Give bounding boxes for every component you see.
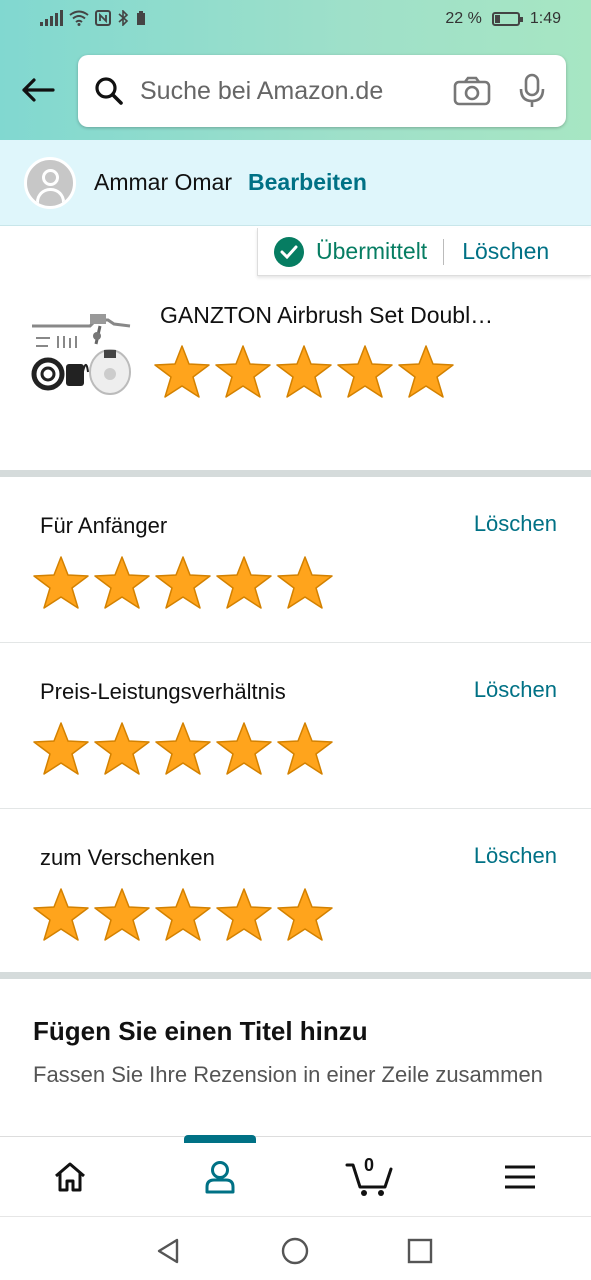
battery-icon (491, 12, 523, 26)
star-icon[interactable] (32, 887, 90, 943)
triangle-back-icon (157, 1238, 179, 1264)
camera-icon[interactable] (452, 71, 492, 111)
attribute-label: Für Anfänger (40, 513, 168, 538)
bluetooth-icon (118, 10, 129, 26)
divider (443, 238, 445, 265)
profile-strip: Ammar Omar Bearbeiten (0, 140, 591, 226)
overall-rating[interactable] (153, 344, 455, 400)
submission-status-bar: Übermittelt Löschen (257, 228, 591, 276)
square-recents-icon (407, 1238, 433, 1264)
nav-cart[interactable]: 0 (340, 1151, 400, 1203)
signal-icon (40, 10, 63, 26)
star-icon[interactable] (215, 721, 273, 777)
menu-icon (505, 1165, 535, 1189)
system-recents-button[interactable] (400, 1231, 440, 1271)
delete-attribute-link[interactable]: Löschen (474, 677, 557, 703)
section-divider (0, 972, 591, 979)
nav-account[interactable] (190, 1151, 250, 1203)
battery-saver-icon (137, 11, 145, 25)
profile-name: Ammar Omar (94, 169, 232, 195)
system-back-button[interactable] (148, 1231, 188, 1271)
product-image (30, 296, 134, 396)
top-header: 22 % 1:49 Suche bei Amazon.de (0, 0, 591, 140)
attribute-label: zum Verschenken (40, 845, 215, 870)
nfc-icon (95, 10, 111, 26)
search-bar[interactable]: Suche bei Amazon.de (78, 55, 566, 127)
attribute-row-value: Preis-Leistungsverhältnis Löschen (0, 643, 591, 809)
star-icon[interactable] (154, 887, 212, 943)
attribute-label: Preis-Leistungsverhältnis (40, 679, 286, 704)
star-icon[interactable] (397, 344, 455, 400)
arrow-left-icon (22, 78, 55, 102)
star-icon[interactable] (153, 344, 211, 400)
search-input[interactable]: Suche bei Amazon.de (140, 77, 452, 106)
search-icon (92, 74, 126, 108)
product-title: GANZTON Airbrush Set Doubl… (160, 302, 494, 328)
edit-profile-link[interactable]: Bearbeiten (248, 169, 367, 196)
attribute-rating[interactable] (32, 721, 334, 777)
status-label: Übermittelt (316, 238, 428, 264)
avatar (24, 156, 76, 209)
circle-home-icon (281, 1237, 309, 1265)
star-icon[interactable] (32, 721, 90, 777)
attribute-row-beginners: Für Anfänger Löschen (0, 477, 591, 643)
system-navigation (0, 1216, 591, 1280)
back-button[interactable] (18, 70, 58, 110)
home-icon (55, 1162, 85, 1192)
add-title-section[interactable]: Fügen Sie einen Titel hinzu Fassen Sie I… (0, 980, 591, 1136)
status-bar: 22 % 1:49 (0, 0, 591, 40)
delete-attribute-link[interactable]: Löschen (474, 511, 557, 537)
nav-menu[interactable] (490, 1151, 550, 1203)
star-icon[interactable] (275, 344, 333, 400)
star-icon[interactable] (93, 555, 151, 611)
checkmark-icon (274, 236, 304, 267)
star-icon[interactable] (276, 721, 334, 777)
star-icon[interactable] (215, 555, 273, 611)
clock: 1:49 (529, 10, 561, 27)
attribute-rating[interactable] (32, 887, 334, 943)
system-home-button[interactable] (275, 1231, 315, 1271)
product-row: GANZTON Airbrush Set Doubl… (0, 280, 591, 470)
delete-attribute-link[interactable]: Löschen (474, 843, 557, 869)
add-title-hint: Fassen Sie Ihre Rezension in einer Zeile… (33, 1062, 543, 1087)
star-icon[interactable] (215, 887, 273, 943)
nav-home[interactable] (40, 1151, 100, 1203)
star-icon[interactable] (276, 887, 334, 943)
account-icon (205, 1161, 235, 1194)
attribute-rating[interactable] (32, 555, 334, 611)
delete-review-link[interactable]: Löschen (462, 238, 549, 265)
star-icon[interactable] (276, 555, 334, 611)
star-icon[interactable] (93, 721, 151, 777)
add-title-heading: Fügen Sie einen Titel hinzu (33, 1016, 368, 1046)
star-icon[interactable] (93, 887, 151, 943)
star-icon[interactable] (336, 344, 394, 400)
battery-percent: 22 % (445, 10, 482, 27)
star-icon[interactable] (32, 555, 90, 611)
cart-count: 0 (364, 1155, 375, 1175)
star-icon[interactable] (214, 344, 272, 400)
star-icon[interactable] (154, 721, 212, 777)
wifi-icon (69, 10, 89, 26)
star-icon[interactable] (154, 555, 212, 611)
active-tab-indicator (184, 1135, 256, 1143)
section-divider (0, 470, 591, 477)
attribute-row-gift: zum Verschenken Löschen (0, 809, 591, 975)
bottom-navigation: 0 (0, 1135, 591, 1216)
microphone-icon[interactable] (512, 71, 552, 111)
